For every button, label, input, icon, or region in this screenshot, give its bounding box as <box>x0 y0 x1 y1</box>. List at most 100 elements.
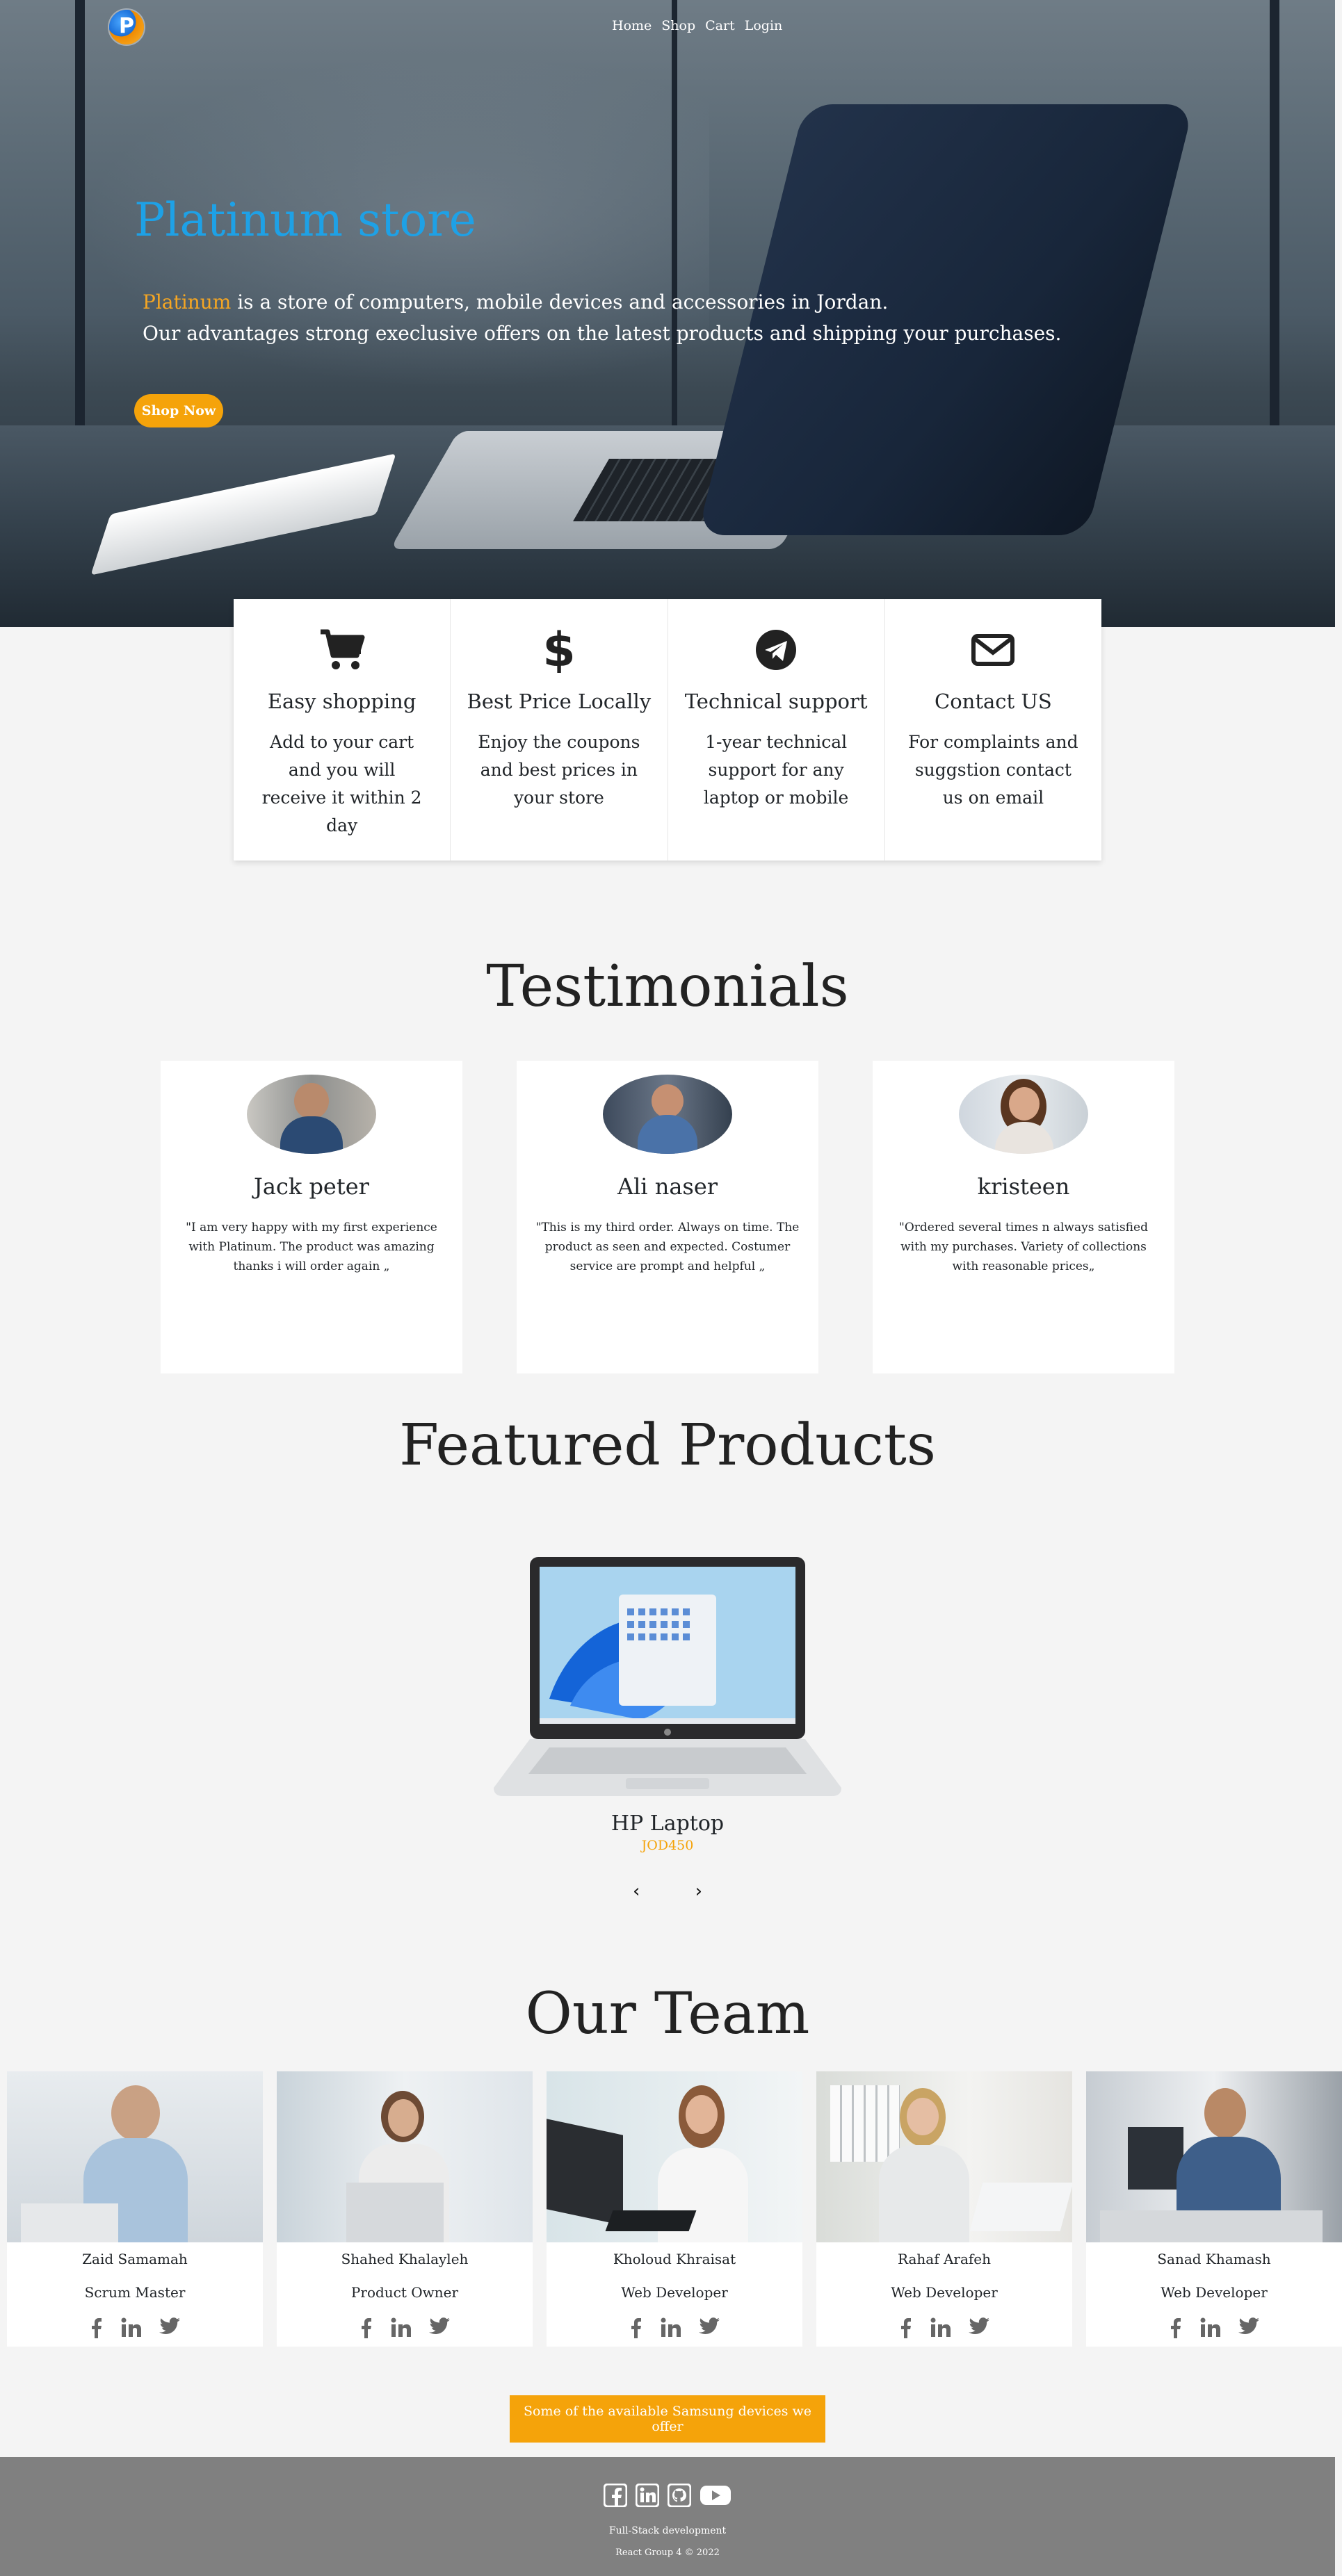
linkedin-icon[interactable] <box>1199 2317 1220 2341</box>
team-member-card: Kholoud Khraisat Web Developer <box>547 2071 802 2347</box>
nav-menu: Home Shop Cart Login <box>612 18 792 33</box>
hero-line-1-text: is a store of computers, mobile devices … <box>231 291 889 313</box>
linkedin-icon[interactable] <box>930 2317 951 2341</box>
footer-text-2: React Group 4 © 2022 <box>615 2548 720 2558</box>
linkedin-icon[interactable] <box>660 2317 681 2341</box>
team-member-card: Shahed Khalayleh Product Owner <box>277 2071 533 2347</box>
feature-title: Technical support <box>684 690 868 713</box>
facebook-icon[interactable] <box>90 2317 102 2341</box>
team-member-role: Web Developer <box>1161 2284 1268 2301</box>
twitter-icon[interactable] <box>429 2317 450 2341</box>
nav-home[interactable]: Home <box>612 18 652 33</box>
navbar: P Home Shop Cart Login <box>0 0 1335 56</box>
twitter-icon[interactable] <box>969 2317 989 2341</box>
carousel-controls: ‹ › <box>633 1881 702 1902</box>
features-section: Easy shopping Add to your cart and you w… <box>234 599 1101 861</box>
feature-text: For complaints and suggstion contact us … <box>908 732 1078 808</box>
facebook-square-icon[interactable] <box>603 2483 628 2510</box>
team-member-role: Scrum Master <box>84 2284 186 2301</box>
nav-login[interactable]: Login <box>745 18 783 33</box>
avatar <box>959 1075 1088 1154</box>
hero-brand: Platinum <box>143 291 232 313</box>
team-member-name: Rahaf Arafeh <box>897 2251 992 2267</box>
testimonial-name: Jack peter <box>254 1173 369 1200</box>
feature-title: Best Price Locally <box>467 690 652 713</box>
social-links <box>277 2317 533 2341</box>
feature-card: Contact US For complaints and suggstion … <box>885 599 1101 861</box>
twitter-icon[interactable] <box>1238 2317 1259 2341</box>
nav-shop[interactable]: Shop <box>661 18 695 33</box>
testimonial-name: kristeen <box>977 1173 1070 1200</box>
social-links <box>1086 2317 1342 2341</box>
featured-products-title: Featured Products <box>399 1412 936 1478</box>
team-member-card: Zaid Samamah Scrum Master <box>7 2071 263 2347</box>
logo-letter: P <box>119 14 134 38</box>
team-member-photo <box>816 2071 1072 2242</box>
window-frame <box>75 0 85 425</box>
testimonials-title: Testimonials <box>486 954 849 1020</box>
feature-title: Easy shopping <box>267 690 417 713</box>
shop-now-button[interactable]: Shop Now <box>134 394 223 427</box>
testimonial-text: "This is my third order. Always on time.… <box>535 1221 800 1273</box>
hero-title: Platinum store <box>134 193 476 247</box>
testimonial-text: "Ordered several times n always satisfie… <box>899 1221 1148 1273</box>
team-member-photo <box>277 2071 533 2242</box>
social-links <box>816 2317 1072 2341</box>
feature-card: $ Best Price Locally Enjoy the coupons a… <box>451 599 668 861</box>
product-price: JOD450 <box>641 1838 694 1853</box>
feature-card: Easy shopping Add to your cart and you w… <box>234 599 451 861</box>
testimonial-card: Ali naser "This is my third order. Alway… <box>517 1061 818 1373</box>
telegram-icon <box>668 626 884 674</box>
team-member-photo <box>1086 2071 1342 2242</box>
linkedin-icon[interactable] <box>390 2317 411 2341</box>
team-member-name: Kholoud Khraisat <box>613 2251 736 2267</box>
hero-line-1: Platinum is a store of computers, mobile… <box>143 291 888 313</box>
team-member-card: Sanad Khamash Web Developer <box>1086 2071 1342 2347</box>
svg-text:$: $ <box>545 626 573 674</box>
product-name: HP Laptop <box>611 1811 725 1836</box>
testimonial-text: "I am very happy with my first experienc… <box>186 1221 437 1273</box>
cart-icon <box>234 626 450 674</box>
team-member-photo <box>547 2071 802 2242</box>
envelope-icon <box>885 626 1101 674</box>
product-image[interactable] <box>487 1553 848 1803</box>
team-member-name: Shahed Khalayleh <box>341 2251 469 2267</box>
chevron-left-icon[interactable]: ‹ <box>633 1881 640 1902</box>
team-member-role: Web Developer <box>891 2284 998 2301</box>
linkedin-icon[interactable] <box>120 2317 141 2341</box>
hero-section: P Home Shop Cart Login Platinum store Pl… <box>0 0 1335 627</box>
twitter-icon[interactable] <box>699 2317 720 2341</box>
dollar-icon: $ <box>451 626 667 674</box>
footer-social-links <box>0 2483 1335 2510</box>
social-links <box>7 2317 263 2341</box>
team-member-name: Zaid Samamah <box>82 2251 188 2267</box>
window-frame <box>672 0 677 425</box>
social-links <box>547 2317 802 2341</box>
testimonial-card: kristeen "Ordered several times n always… <box>873 1061 1174 1373</box>
feature-text: Enjoy the coupons and best prices in you… <box>478 732 640 808</box>
window-frame <box>1270 0 1279 425</box>
linkedin-square-icon[interactable] <box>635 2483 660 2510</box>
twitter-icon[interactable] <box>159 2317 180 2341</box>
team-member-card: Rahaf Arafeh Web Developer <box>816 2071 1072 2347</box>
footer-text-1: Full-Stack development <box>608 2525 727 2536</box>
hero-line-2: Our advantages strong execlusive offers … <box>143 322 1062 345</box>
feature-text: Add to your cart and you will receive it… <box>261 732 422 835</box>
samsung-devices-button[interactable]: Some of the available Samsung devices we… <box>510 2395 825 2443</box>
testimonial-name: Ali naser <box>617 1173 718 1200</box>
facebook-icon[interactable] <box>899 2317 912 2341</box>
facebook-icon[interactable] <box>1169 2317 1181 2341</box>
logo[interactable]: P <box>109 10 144 44</box>
github-icon[interactable] <box>667 2483 692 2510</box>
nav-cart[interactable]: Cart <box>705 18 735 33</box>
facebook-icon[interactable] <box>629 2317 642 2341</box>
avatar <box>247 1075 376 1154</box>
feature-title: Contact US <box>935 690 1052 713</box>
feature-text: 1-year technical support for any laptop … <box>703 732 849 808</box>
team-member-photo <box>7 2071 263 2242</box>
chevron-right-icon[interactable]: › <box>695 1881 702 1902</box>
youtube-icon[interactable] <box>700 2484 731 2510</box>
facebook-icon[interactable] <box>359 2317 372 2341</box>
our-team-title: Our Team <box>525 1981 810 2047</box>
team-member-role: Product Owner <box>350 2284 459 2301</box>
